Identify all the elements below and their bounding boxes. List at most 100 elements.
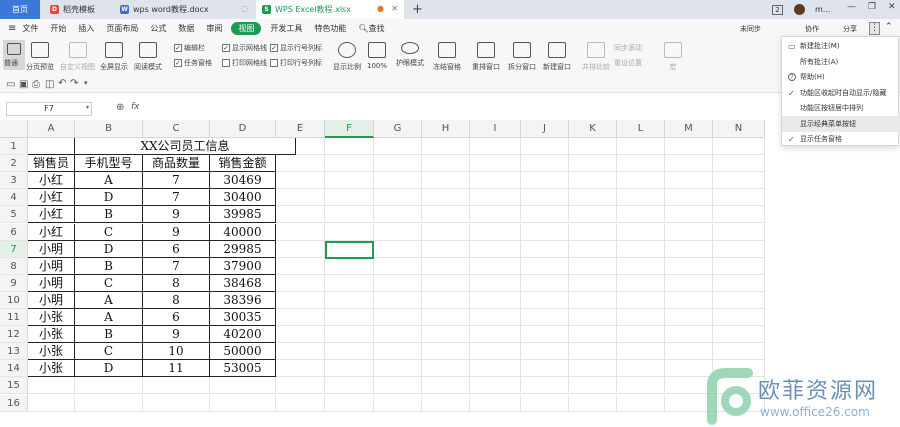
- cell-a16[interactable]: [28, 394, 75, 412]
- tab-docer-template[interactable]: D 稻壳模板: [44, 0, 112, 19]
- cell-i11[interactable]: [470, 309, 521, 327]
- cell-c10[interactable]: 8: [143, 291, 210, 309]
- cell-l16[interactable]: [617, 394, 665, 412]
- collapse-ribbon-icon[interactable]: ⌃: [885, 22, 893, 32]
- column-header-d[interactable]: D: [210, 120, 276, 138]
- row-header-10[interactable]: 10: [0, 291, 28, 309]
- side-by-side-button[interactable]: 并排比较: [582, 42, 610, 72]
- cell-g13[interactable]: [374, 343, 422, 361]
- cell-a12[interactable]: 小张: [28, 326, 75, 344]
- cell-a14[interactable]: 小张: [28, 360, 75, 378]
- cell-b4[interactable]: D: [75, 189, 143, 207]
- reset-position-option[interactable]: 重设位置: [614, 58, 642, 68]
- cell-e5[interactable]: [276, 206, 325, 224]
- cell-d11[interactable]: 30035: [210, 309, 276, 327]
- cell-d14[interactable]: 53005: [210, 360, 276, 378]
- cell-n4[interactable]: [713, 189, 765, 207]
- cell-l5[interactable]: [617, 206, 665, 224]
- selected-cell-f7[interactable]: [325, 241, 374, 259]
- cell-a1[interactable]: [28, 138, 75, 156]
- avatar[interactable]: [794, 4, 805, 15]
- cell-c3[interactable]: 7: [143, 172, 210, 190]
- cell-b1[interactable]: XX公司员工信息: [75, 138, 296, 156]
- show-gridlines-checkbox[interactable]: ✓ 显示网格线: [222, 43, 267, 53]
- eye-protection-button[interactable]: 护眼模式: [396, 42, 424, 68]
- restore-button[interactable]: ❐: [868, 2, 876, 12]
- cell-h15[interactable]: [422, 377, 470, 395]
- minimize-button[interactable]: —: [847, 2, 856, 12]
- cell-n13[interactable]: [713, 343, 765, 361]
- cell-k13[interactable]: [569, 343, 617, 361]
- cell-m3[interactable]: [665, 172, 713, 190]
- cell-m11[interactable]: [665, 309, 713, 327]
- cell-n11[interactable]: [713, 309, 765, 327]
- column-header-c[interactable]: C: [143, 120, 210, 138]
- column-header-j[interactable]: J: [521, 120, 569, 138]
- cell-c8[interactable]: 7: [143, 257, 210, 275]
- cell-i13[interactable]: [470, 343, 521, 361]
- cell-d16[interactable]: [210, 394, 276, 412]
- cell-j11[interactable]: [521, 309, 569, 327]
- cell-e14[interactable]: [276, 360, 325, 378]
- row-header-3[interactable]: 3: [0, 172, 28, 190]
- row-header-12[interactable]: 12: [0, 326, 28, 344]
- column-header-g[interactable]: G: [374, 120, 422, 138]
- fx-button[interactable]: fx: [131, 102, 140, 112]
- cell-d15[interactable]: [210, 377, 276, 395]
- cell-h1[interactable]: [422, 138, 470, 156]
- row-header-14[interactable]: 14: [0, 360, 28, 378]
- cell-a6[interactable]: 小红: [28, 223, 75, 241]
- cell-h8[interactable]: [422, 257, 470, 275]
- cell-b9[interactable]: C: [75, 274, 143, 292]
- cell-a2[interactable]: 销售员: [28, 155, 75, 173]
- cell-g10[interactable]: [374, 291, 422, 309]
- cell-j3[interactable]: [521, 172, 569, 190]
- cell-n5[interactable]: [713, 206, 765, 224]
- cell-f11[interactable]: [325, 309, 374, 327]
- column-header-b[interactable]: B: [75, 120, 143, 138]
- print-preview-icon[interactable]: ◫: [45, 79, 54, 90]
- cell-a8[interactable]: 小明: [28, 257, 75, 275]
- cell-j8[interactable]: [521, 257, 569, 275]
- cell-f10[interactable]: [325, 291, 374, 309]
- row-header-13[interactable]: 13: [0, 343, 28, 361]
- menu-review[interactable]: 审阅: [200, 23, 228, 34]
- cell-f8[interactable]: [325, 257, 374, 275]
- print-icon[interactable]: ⎙: [32, 79, 40, 90]
- custom-view-button[interactable]: 自定义视图: [60, 42, 95, 72]
- cell-e15[interactable]: [276, 377, 325, 395]
- cell-k15[interactable]: [569, 377, 617, 395]
- tab-count-badge[interactable]: 2: [772, 5, 783, 15]
- cell-c13[interactable]: 10: [143, 343, 210, 361]
- menu-special[interactable]: 特色功能: [308, 23, 352, 34]
- cell-c6[interactable]: 9: [143, 223, 210, 241]
- cell-j7[interactable]: [521, 240, 569, 258]
- cell-h6[interactable]: [422, 223, 470, 241]
- cell-h10[interactable]: [422, 291, 470, 309]
- cell-f2[interactable]: [325, 155, 374, 173]
- cell-b13[interactable]: C: [75, 343, 143, 361]
- cell-i16[interactable]: [470, 394, 521, 412]
- cell-d9[interactable]: 38468: [210, 274, 276, 292]
- cell-f12[interactable]: [325, 326, 374, 344]
- show-headers-checkbox[interactable]: ✓ 显示行号列标: [270, 43, 322, 53]
- cell-h16[interactable]: [422, 394, 470, 412]
- cell-h7[interactable]: [422, 240, 470, 258]
- cell-d2[interactable]: 销售金额: [210, 155, 276, 173]
- chevron-down-icon[interactable]: ▾: [84, 79, 88, 87]
- cell-n12[interactable]: [713, 326, 765, 344]
- cell-j14[interactable]: [521, 360, 569, 378]
- cell-g6[interactable]: [374, 223, 422, 241]
- cell-h13[interactable]: [422, 343, 470, 361]
- dropdown-item-1[interactable]: ▭ 新建批注(M): [782, 38, 900, 54]
- cell-a4[interactable]: 小红: [28, 189, 75, 207]
- zoom-100-button[interactable]: 100%: [367, 42, 387, 70]
- zoom-formula-icon[interactable]: ⊕: [116, 102, 124, 113]
- dropdown-item-7[interactable]: ✓ 显示任务窗格: [782, 131, 900, 147]
- cell-l4[interactable]: [617, 189, 665, 207]
- row-header-8[interactable]: 8: [0, 257, 28, 275]
- cell-e10[interactable]: [276, 291, 325, 309]
- cell-j13[interactable]: [521, 343, 569, 361]
- cell-k5[interactable]: [569, 206, 617, 224]
- row-header-16[interactable]: 16: [0, 394, 28, 412]
